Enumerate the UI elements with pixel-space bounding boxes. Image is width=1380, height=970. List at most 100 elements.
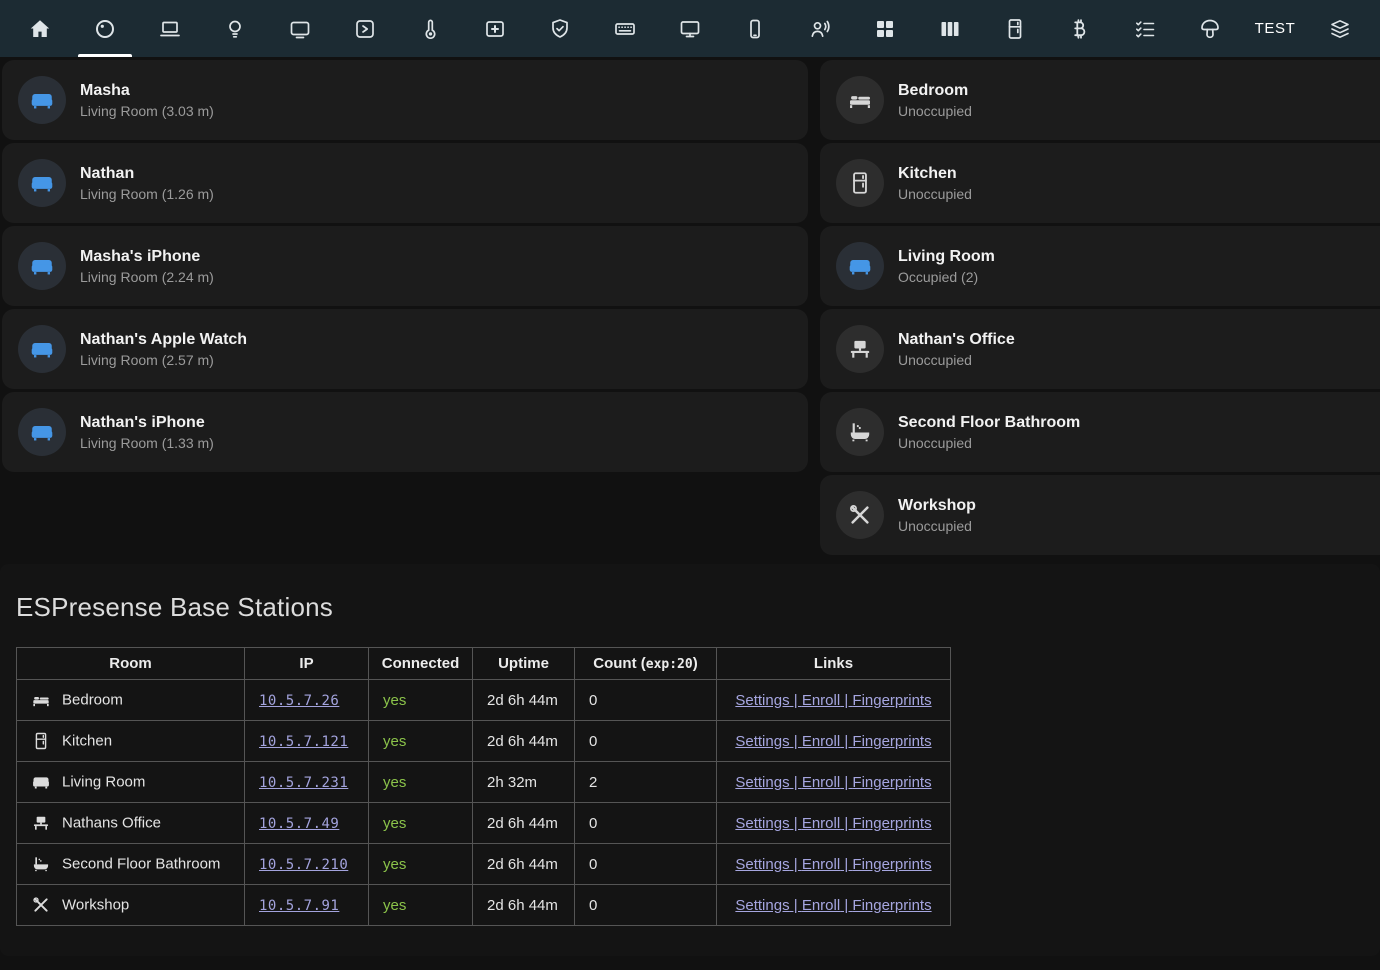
tab-shield-check[interactable] [538,0,582,57]
settings-link[interactable]: Settings [735,856,789,873]
bed-icon [847,87,873,113]
fingerprints-link[interactable]: Fingerprints [852,774,931,791]
tab-dev-console[interactable] [343,0,387,57]
device-card[interactable]: Nathan's Apple WatchLiving Room (2.57 m) [2,309,808,389]
shield-check-icon [548,17,572,41]
tab-bitcoin[interactable] [1058,0,1102,57]
fridge-icon [847,170,873,196]
settings-link[interactable]: Settings [735,897,789,914]
room-card[interactable]: Nathan's OfficeUnoccupied [820,309,1380,389]
section-title: ESPresense Base Stations [16,592,1364,623]
sofa-icon [29,253,55,279]
device-card[interactable]: Masha's iPhoneLiving Room (2.24 m) [2,226,808,306]
room-name: Kitchen [898,165,972,183]
room-status: Unoccupied [898,435,1080,451]
ip-link[interactable]: 10.5.7.49 [259,816,339,832]
dashboard-icon [873,17,897,41]
settings-link[interactable]: Settings [735,692,789,709]
link-separator: | [840,815,852,832]
enroll-link[interactable]: Enroll [802,856,840,873]
device-card-text: Nathan's iPhoneLiving Room (1.33 m) [80,414,214,451]
station-links-cell: Settings | Enroll | Fingerprints [717,721,951,762]
station-links-cell: Settings | Enroll | Fingerprints [717,680,951,721]
tab-lightbulb[interactable] [213,0,257,57]
ip-link[interactable]: 10.5.7.121 [259,734,348,750]
table-body: Bedroom10.5.7.26yes2d 6h 44m0Settings | … [17,680,951,926]
tab-monitor[interactable] [668,0,712,57]
tab-laptop[interactable] [148,0,192,57]
fingerprints-link[interactable]: Fingerprints [852,856,931,873]
tab-medkit[interactable] [473,0,517,57]
station-connected-cell: yes [369,762,473,803]
tab-test[interactable]: TEST [1253,0,1297,57]
room-card[interactable]: Living RoomOccupied (2) [820,226,1380,306]
mushroom-icon [1198,17,1222,41]
tab-radar[interactable] [83,0,127,57]
desk-icon [847,336,873,362]
device-card[interactable]: Nathan's iPhoneLiving Room (1.33 m) [2,392,808,472]
tab-phone[interactable] [733,0,777,57]
desk-icon [31,813,51,833]
station-ip-cell: 10.5.7.26 [245,680,369,721]
col-header-connected: Connected [369,648,473,680]
fingerprints-link[interactable]: Fingerprints [852,692,931,709]
connected-status: yes [383,692,406,709]
settings-link[interactable]: Settings [735,815,789,832]
tab-voice[interactable] [798,0,842,57]
station-row: Nathans Office10.5.7.49yes2d 6h 44m0Sett… [17,803,951,844]
fingerprints-link[interactable]: Fingerprints [852,897,931,914]
station-connected-cell: yes [369,721,473,762]
entity-icon-circle [18,242,66,290]
room-card[interactable]: WorkshopUnoccupied [820,475,1380,555]
room-name: Living Room [898,248,995,266]
station-room-cell: Second Floor Bathroom [17,844,245,885]
tab-layers[interactable] [1318,0,1362,57]
tab-label: TEST [1255,20,1296,37]
enroll-link[interactable]: Enroll [802,774,840,791]
ip-link[interactable]: 10.5.7.26 [259,693,339,709]
device-status: Living Room (1.26 m) [80,186,214,202]
room-status: Unoccupied [898,352,1015,368]
device-status: Living Room (1.33 m) [80,435,214,451]
base-stations-section: ESPresense Base Stations RoomIPConnected… [0,564,1380,956]
tab-fridge[interactable] [993,0,1037,57]
room-card[interactable]: KitchenUnoccupied [820,143,1380,223]
fingerprints-link[interactable]: Fingerprints [852,733,931,750]
ip-link[interactable]: 10.5.7.91 [259,898,339,914]
tab-home[interactable] [18,0,62,57]
station-uptime-cell: 2d 6h 44m [473,803,575,844]
table-header-row: RoomIPConnectedUptimeCount (exp:20)Links [17,648,951,680]
layers-icon [1328,17,1352,41]
tab-columns[interactable] [928,0,972,57]
station-count-cell: 0 [575,803,717,844]
enroll-link[interactable]: Enroll [802,815,840,832]
station-ip-cell: 10.5.7.210 [245,844,369,885]
enroll-link[interactable]: Enroll [802,692,840,709]
station-count-cell: 2 [575,762,717,803]
station-room-cell: Living Room [17,762,245,803]
settings-link[interactable]: Settings [735,733,789,750]
link-separator: | [840,692,852,709]
tab-thermometer[interactable] [408,0,452,57]
ip-link[interactable]: 10.5.7.231 [259,775,348,791]
tab-keyboard[interactable] [603,0,647,57]
room-card[interactable]: Second Floor BathroomUnoccupied [820,392,1380,472]
station-room-name: Second Floor Bathroom [62,856,220,873]
link-separator: | [790,692,802,709]
device-column: MashaLiving Room (3.03 m)NathanLiving Ro… [2,60,808,475]
enroll-link[interactable]: Enroll [802,733,840,750]
tab-checklist[interactable] [1123,0,1167,57]
device-card[interactable]: NathanLiving Room (1.26 m) [2,143,808,223]
entity-icon-circle [18,325,66,373]
tab-tv[interactable] [278,0,322,57]
tab-bar: TEST [0,0,1380,57]
ip-link[interactable]: 10.5.7.210 [259,857,348,873]
device-card[interactable]: MashaLiving Room (3.03 m) [2,60,808,140]
tab-dashboard[interactable] [863,0,907,57]
room-card[interactable]: BedroomUnoccupied [820,60,1380,140]
fingerprints-link[interactable]: Fingerprints [852,815,931,832]
tab-mushroom[interactable] [1188,0,1232,57]
settings-link[interactable]: Settings [735,774,789,791]
enroll-link[interactable]: Enroll [802,897,840,914]
bitcoin-icon [1068,17,1092,41]
